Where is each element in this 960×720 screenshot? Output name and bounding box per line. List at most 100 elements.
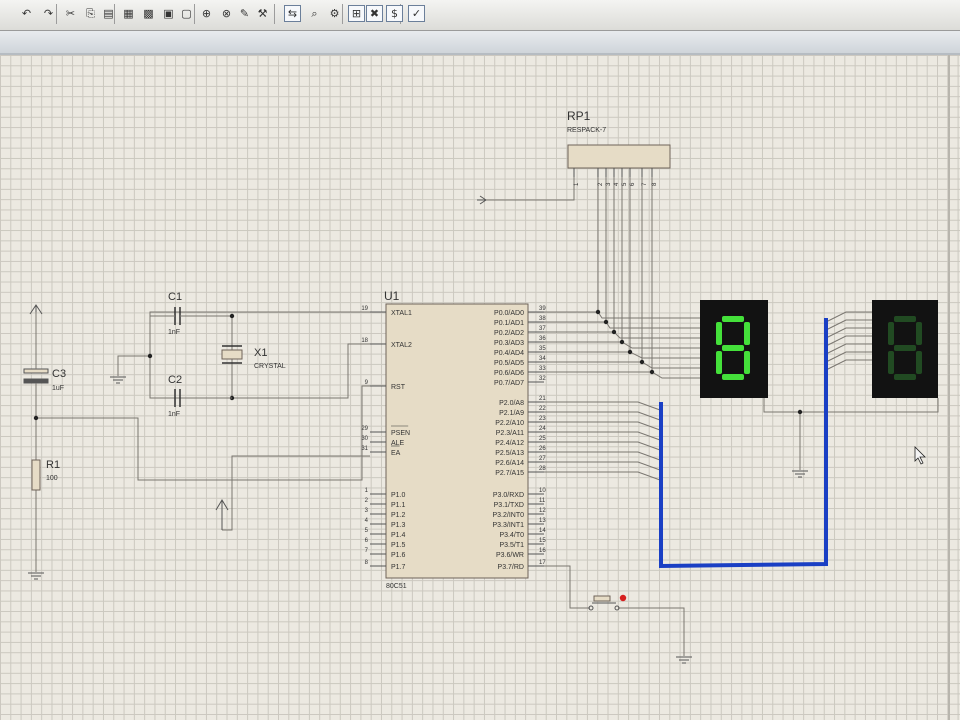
- u1-pin-name: P2.0/A8: [499, 400, 524, 407]
- u1-pin-name: P3.2/INT0: [492, 512, 524, 519]
- rp1-pin-number: 4: [614, 182, 620, 186]
- u1-pin-name: P1.1: [391, 502, 406, 509]
- u1-pin-number: 19: [361, 306, 368, 312]
- u1-pin-name: P0.0/AD0: [494, 310, 524, 317]
- r1-ref: R1: [46, 459, 60, 471]
- seven-segment-display-1[interactable]: [700, 300, 768, 398]
- c1-value: 1nF: [168, 329, 180, 336]
- u1-pin-number: 26: [539, 446, 546, 452]
- capacitor-c1[interactable]: C1 1nF: [150, 291, 190, 336]
- rp1-value: RESPACK-7: [567, 127, 606, 134]
- u1-pin-number: 35: [539, 346, 546, 352]
- ground-icon: [792, 470, 808, 478]
- u1-pin-name: P1.7: [391, 564, 406, 571]
- microcontroller-u1[interactable]: U1 80C51 19XTAL118XTAL29RST29PSEN30ALE31…: [361, 289, 546, 590]
- u1-pin-number: 21: [539, 396, 546, 402]
- u1-pin-name: P0.5/AD5: [494, 360, 524, 367]
- u1-pin-name: P0.4/AD4: [494, 350, 524, 357]
- u1-pin-number: 3: [365, 508, 369, 514]
- seven-segment-display-2[interactable]: [872, 300, 938, 398]
- u1-pin-name: P2.2/A10: [495, 420, 524, 427]
- capacitor-c3[interactable]: C3 1uF: [23, 362, 66, 392]
- segment-a: [894, 316, 916, 322]
- u1-pin-number: 4: [365, 518, 369, 524]
- segment-e: [716, 351, 722, 374]
- rp1-pin-number: 2: [598, 182, 604, 186]
- u1-pin-name: P3.4/T0: [499, 532, 524, 539]
- segment-g: [894, 345, 916, 351]
- u1-pin-number: 36: [539, 336, 546, 342]
- segment-d: [722, 374, 744, 380]
- c3-value: 1uF: [52, 385, 64, 392]
- u1-pin-name: P1.0: [391, 492, 406, 499]
- segment-c: [916, 351, 922, 374]
- u1-pin-number: 18: [361, 338, 368, 344]
- u1-pin-number: 31: [361, 446, 368, 452]
- u1-pin-name: P2.1/A9: [499, 410, 524, 417]
- u1-pin-number: 7: [365, 548, 369, 554]
- segment-g: [722, 345, 744, 351]
- u1-pin-name: P1.5: [391, 542, 406, 549]
- segment-f: [888, 322, 894, 345]
- u1-pin-number: 24: [539, 426, 546, 432]
- u1-pin-name: P2.6/A14: [495, 460, 524, 467]
- u1-ref: U1: [384, 289, 400, 303]
- u1-pin-number: 8: [365, 560, 369, 566]
- u1-pin-name: PSEN: [391, 430, 410, 437]
- u1-pin-name: RST: [391, 384, 406, 391]
- c3-ref: C3: [52, 368, 66, 380]
- rp1-pin-number: 7: [642, 182, 648, 186]
- switch-cap: [593, 595, 611, 602]
- u1-pin-number: 29: [361, 426, 368, 432]
- ground-icon: [28, 572, 44, 580]
- u1-pin-name: P1.6: [391, 552, 406, 559]
- u1-pin-number: 37: [539, 326, 546, 332]
- u1-pin-name: P0.2/AD2: [494, 330, 524, 337]
- segment-b: [916, 322, 922, 345]
- r1-value: 100: [46, 475, 58, 482]
- u1-pin-number: 6: [365, 538, 369, 544]
- c1-ref: C1: [168, 291, 182, 303]
- mouse-cursor-icon: [914, 446, 926, 465]
- u1-part: 80C51: [386, 583, 407, 590]
- u1-pin-number: 15: [539, 538, 546, 544]
- u1-pin-name: P0.7/AD7: [494, 380, 524, 387]
- u1-pin-name: P2.5/A13: [495, 450, 524, 457]
- terminal-arrow-icon: [477, 195, 487, 205]
- c2-value: 1nF: [168, 411, 180, 418]
- rp1-pin-number: 8: [652, 182, 658, 186]
- rp1-pin-number: 5: [622, 182, 628, 186]
- u1-pin-name: P1.2: [391, 512, 406, 519]
- rp1-ref: RP1: [567, 109, 591, 123]
- c3-plate-b: [23, 378, 49, 384]
- schematic-canvas[interactable]: RP1 RESPACK-7 12345678 C1 1nF C2 1nF X1 …: [0, 0, 960, 720]
- rp1-pins: 1 23456 78: [573, 168, 658, 186]
- resistor-r1[interactable]: R1 100: [31, 459, 60, 491]
- u1-pin-number: 34: [539, 356, 546, 362]
- ground-icon: [110, 376, 126, 384]
- x1-body: [221, 349, 243, 360]
- rp1-pin-number: 1: [574, 182, 580, 186]
- u1-pin-number: 11: [539, 498, 546, 504]
- c3-plate-a: [23, 368, 49, 374]
- c2-ref: C2: [168, 374, 182, 386]
- u1-pin-name: P3.5/T1: [499, 542, 524, 549]
- segment-e: [888, 351, 894, 374]
- rp1-pin-number: 3: [606, 182, 612, 186]
- u1-pin-name: P3.0/RXD: [493, 492, 524, 499]
- power-terminal-icon: [215, 499, 229, 530]
- u1-pin-name: P2.4/A12: [495, 440, 524, 447]
- u1-pin-name: P3.6/WR: [496, 552, 524, 559]
- u1-pin-number: 9: [365, 380, 369, 386]
- u1-pin-name: P1.3: [391, 522, 406, 529]
- u1-pin-number: 12: [539, 508, 546, 514]
- u1-pin-number: 17: [539, 560, 546, 566]
- capacitor-c2[interactable]: C2 1nF: [168, 374, 232, 418]
- x1-value: CRYSTAL: [254, 363, 286, 370]
- x1-ref: X1: [254, 347, 267, 359]
- u1-pin-number: 39: [539, 306, 546, 312]
- u1-pin-name: P3.1/TXD: [494, 502, 524, 509]
- segment-f: [716, 322, 722, 345]
- segment-d: [894, 374, 916, 380]
- ground-icon: [676, 656, 692, 664]
